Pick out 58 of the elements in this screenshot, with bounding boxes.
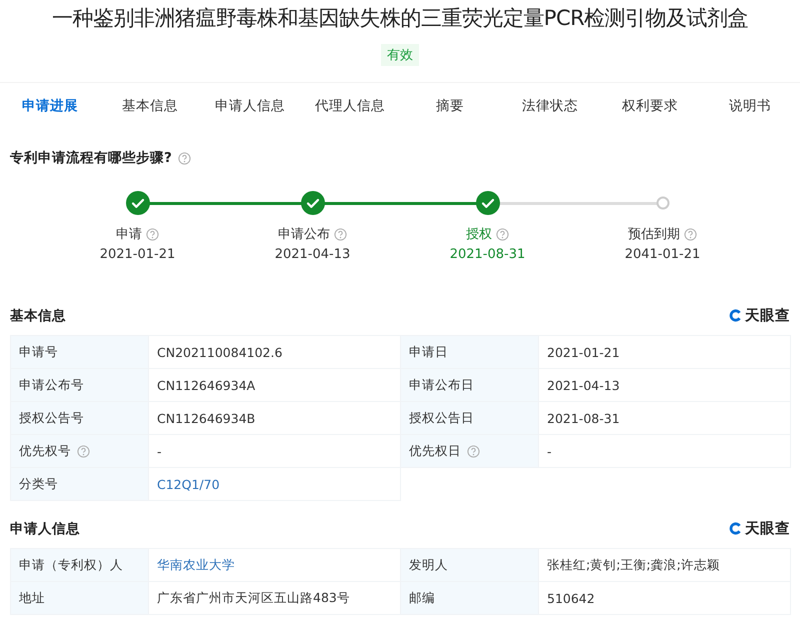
field-value: 510642 [547,590,595,606]
patent-title: 一种鉴别非洲猪瘟野毒株和基因缺失株的三重荧光定量PCR检测引物及试剂盒 [50,5,750,32]
field-value: - [547,444,552,458]
field-value: CN112646934A [157,378,256,392]
tab[interactable]: 法律状态 [500,97,600,115]
field-label: 发明人 [409,556,448,574]
field-value: 2021-08-31 [547,410,620,426]
status-badge: 有效 [381,44,419,66]
tab[interactable]: 摘要 [400,97,500,115]
help-icon[interactable] [467,444,480,458]
field-link[interactable]: 华南农业大学 [157,556,235,572]
field-label: 分类号 [19,476,58,492]
help-icon[interactable] [178,152,191,164]
field-value: - [157,444,162,458]
field-link[interactable]: C12Q1/70 [157,476,220,492]
tab[interactable]: 代理人信息 [300,97,400,115]
step-label: 申请公布 [278,226,330,243]
section-title: 申请人信息 [10,520,80,538]
field-label: 优先权日 [409,442,461,460]
field-value: CN202110084102.6 [157,344,282,360]
help-icon[interactable] [334,228,347,240]
step-date: 2021-04-13 [274,247,350,262]
logo-text: 天眼查 [745,520,790,538]
step-date: 2041-01-21 [624,247,700,262]
logo-icon [728,521,743,536]
tab[interactable]: 申请进展 [0,97,100,115]
step-label: 授权 [466,226,492,243]
field-label: 申请公布日 [409,376,474,394]
field-label: 优先权号 [19,442,71,460]
section-title: 基本信息 [10,306,66,324]
field-label: 授权公告日 [409,410,474,426]
step-label: 预估到期 [628,226,680,243]
step-label: 申请 [116,226,142,243]
field-value: 2021-01-21 [547,344,620,360]
section-question: 专利申请流程有哪些步骤? [10,149,172,167]
tab[interactable]: 权利要求 [600,97,700,115]
help-icon[interactable] [77,444,90,458]
tab[interactable]: 基本信息 [100,97,200,115]
field-label: 申请公布号 [19,376,84,394]
step-date: 2021-08-31 [450,247,526,262]
field-label: 邮编 [409,590,435,606]
field-label: 申请号 [19,344,58,360]
tab[interactable]: 申请人信息 [200,97,300,115]
field-value: 广东省广州市天河区五山路483号 [157,590,350,604]
help-icon[interactable] [146,228,159,240]
field-label: 地址 [19,590,45,606]
field-label: 申请日 [409,344,448,360]
help-icon[interactable] [684,228,697,240]
field-value: 张桂红;黄钊;王衡;龚浪;许志颖 [547,556,720,572]
help-icon[interactable] [496,228,509,240]
field-label: 申请（专利权）人 [19,556,123,574]
logo-text: 天眼查 [745,306,790,325]
field-value: 2021-04-13 [547,378,620,392]
logo-icon [728,308,743,323]
tab[interactable]: 说明书 [700,97,800,115]
field-label: 授权公告号 [19,410,84,426]
step-date: 2021-01-21 [100,247,176,262]
field-value: CN112646934B [157,410,256,426]
